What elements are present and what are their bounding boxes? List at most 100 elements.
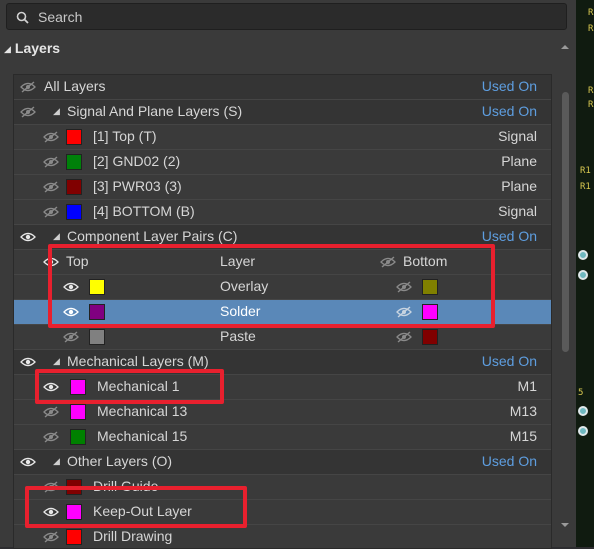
eye-icon[interactable] [63, 306, 79, 318]
row-label: Drill Guide [93, 478, 159, 494]
layer-color-swatch[interactable] [70, 379, 86, 395]
hidden-eye-icon[interactable] [43, 406, 59, 418]
scroll-up-icon[interactable] [560, 42, 570, 52]
hidden-eye-icon[interactable] [43, 431, 59, 443]
hidden-eye-icon[interactable] [43, 131, 59, 143]
layer-color-swatch[interactable] [70, 404, 86, 420]
layers-panel: Search ◢ Layers All Layers Used On ◢ Sign… [0, 0, 576, 549]
column-bottom: Bottom [403, 253, 448, 269]
search-input[interactable]: Search [38, 9, 82, 25]
hidden-eye-icon[interactable] [43, 481, 59, 493]
layer-code: M13 [509, 403, 537, 419]
layer-color-swatch[interactable] [66, 479, 82, 495]
row-label: All Layers [44, 78, 106, 94]
row-label: Other Layers (O) [67, 453, 173, 469]
row-signal-plane-group[interactable]: ◢ Signal And Plane Layers (S) Used On [14, 100, 551, 125]
layer-color-swatch[interactable] [66, 204, 82, 220]
row-layer-mechanical-15[interactable]: Mechanical 15 M15 [14, 425, 551, 450]
row-layer-mechanical-13[interactable]: Mechanical 13 M13 [14, 400, 551, 425]
layer-type: Plane [501, 153, 537, 169]
expand-triangle-icon[interactable]: ◢ [53, 356, 60, 367]
row-mechanical-group[interactable]: ◢ Mechanical Layers (M) Used On [14, 350, 551, 375]
row-layer-gnd02[interactable]: [2] GND02 (2) Plane [14, 150, 551, 175]
scroll-down-icon[interactable] [560, 520, 570, 530]
pad-dot [578, 426, 588, 436]
eye-icon[interactable] [43, 506, 59, 518]
column-layer: Layer [220, 253, 256, 269]
layer-color-swatch[interactable] [66, 179, 82, 195]
hidden-eye-icon[interactable] [43, 156, 59, 168]
hidden-eye-icon[interactable] [380, 256, 396, 268]
hidden-eye-icon[interactable] [43, 531, 59, 543]
row-pair-paste[interactable]: Paste [14, 325, 551, 350]
row-layer-keep-out[interactable]: Keep-Out Layer [14, 500, 551, 525]
layer-type: Signal [498, 203, 537, 219]
top-color-swatch[interactable] [89, 279, 105, 295]
eye-icon[interactable] [20, 231, 36, 243]
row-label: Mechanical 15 [97, 428, 188, 444]
row-component-layer-pairs[interactable]: ◢ Component Layer Pairs (C) Used On [14, 225, 551, 250]
eye-icon[interactable] [20, 456, 36, 468]
row-layer-drill-guide[interactable]: Drill Guide [14, 475, 551, 500]
used-on-label: Used On [481, 228, 537, 244]
row-label: [3] PWR03 (3) [93, 178, 182, 194]
row-label: Signal And Plane Layers (S) [67, 103, 243, 119]
expand-triangle-icon[interactable]: ◢ [53, 231, 60, 242]
collapse-triangle-icon[interactable]: ◢ [4, 44, 11, 55]
designator-label: R [588, 24, 594, 34]
bottom-color-swatch[interactable] [422, 329, 438, 345]
hidden-eye-icon[interactable] [20, 106, 36, 118]
bottom-color-swatch[interactable] [422, 304, 438, 320]
row-layer-drill-drawing[interactable]: Drill Drawing [14, 525, 551, 548]
layer-color-swatch[interactable] [66, 154, 82, 170]
eye-icon[interactable] [63, 281, 79, 293]
eye-icon[interactable] [43, 381, 59, 393]
row-pair-columns: Top Layer Bottom [14, 250, 551, 275]
row-layer-bottom[interactable]: [4] BOTTOM (B) Signal [14, 200, 551, 225]
designator-label: 5 [578, 388, 584, 398]
layer-color-swatch[interactable] [66, 504, 82, 520]
used-on-label: Used On [481, 103, 537, 119]
row-label: Mechanical Layers (M) [67, 353, 209, 369]
layer-color-swatch[interactable] [66, 529, 82, 545]
hidden-eye-icon[interactable] [396, 331, 412, 343]
pcb-canvas-edge: R R R R R1 R1 5 [576, 0, 594, 547]
row-pair-overlay[interactable]: Overlay [14, 275, 551, 300]
hidden-eye-icon[interactable] [396, 281, 412, 293]
hidden-eye-icon[interactable] [63, 331, 79, 343]
top-color-swatch[interactable] [89, 304, 105, 320]
pad-dot [578, 270, 588, 280]
top-color-swatch[interactable] [89, 329, 105, 345]
designator-label: R1 [580, 182, 591, 192]
column-top: Top [66, 253, 89, 269]
row-label: Keep-Out Layer [93, 503, 192, 519]
row-layer-pwr03[interactable]: [3] PWR03 (3) Plane [14, 175, 551, 200]
scrollbar-thumb[interactable] [562, 92, 569, 352]
row-all-layers[interactable]: All Layers Used On [14, 75, 551, 100]
expand-triangle-icon[interactable]: ◢ [53, 456, 60, 467]
row-other-layers-group[interactable]: ◢ Other Layers (O) Used On [14, 450, 551, 475]
bottom-color-swatch[interactable] [422, 279, 438, 295]
search-box[interactable]: Search [6, 3, 567, 30]
row-label: [4] BOTTOM (B) [93, 203, 195, 219]
eye-icon[interactable] [20, 356, 36, 368]
layer-color-swatch[interactable] [70, 429, 86, 445]
used-on-label: Used On [481, 78, 537, 94]
expand-triangle-icon[interactable]: ◢ [53, 106, 60, 117]
designator-label: R [588, 8, 594, 18]
row-pair-solder[interactable]: Solder [14, 300, 551, 325]
row-label: Drill Drawing [93, 528, 173, 544]
row-layer-mechanical-1[interactable]: Mechanical 1 M1 [14, 375, 551, 400]
eye-icon[interactable] [43, 256, 59, 268]
layer-code: M1 [517, 378, 537, 394]
hidden-eye-icon[interactable] [43, 181, 59, 193]
pad-dot [578, 406, 588, 416]
layer-color-swatch[interactable] [66, 129, 82, 145]
layers-section-header[interactable]: ◢ Layers [4, 40, 60, 56]
designator-label: R [588, 100, 594, 110]
hidden-eye-icon[interactable] [396, 306, 412, 318]
pad-dot [578, 250, 588, 260]
hidden-eye-icon[interactable] [43, 206, 59, 218]
row-layer-top[interactable]: [1] Top (T) Signal [14, 125, 551, 150]
hidden-eye-icon[interactable] [20, 81, 36, 93]
